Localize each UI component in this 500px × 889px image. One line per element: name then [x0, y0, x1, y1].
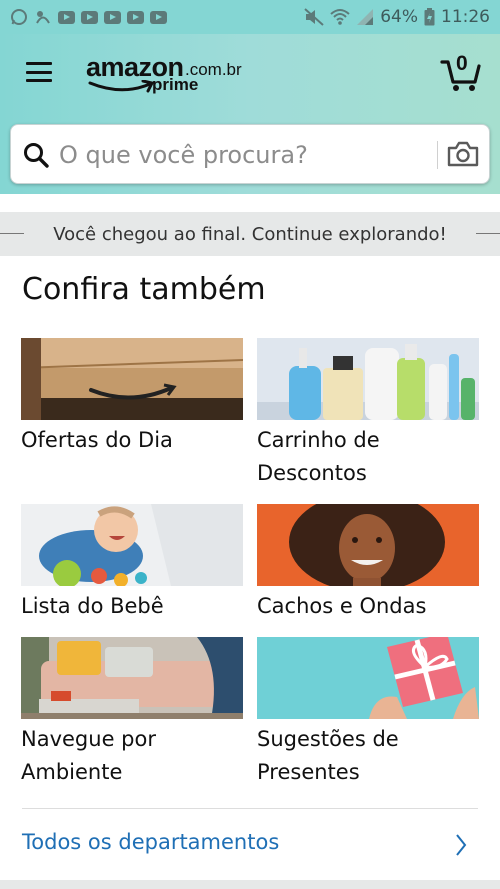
tile-image — [21, 504, 243, 586]
end-of-results-banner: Você chegou ao final. Continue explorand… — [0, 212, 500, 256]
tile-cachos-e-ondas[interactable]: Cachos e Ondas — [257, 504, 479, 623]
tile-label: Cachos e Ondas — [257, 594, 427, 618]
logo-prime: prime — [152, 75, 199, 94]
tile-label: Navegue por Ambiente — [21, 727, 156, 784]
hamburger-menu-icon[interactable] — [26, 62, 52, 82]
amazon-smile-icon — [88, 80, 155, 93]
app-icon — [34, 8, 52, 26]
tile-label: Lista do Bebê — [21, 594, 164, 618]
amazon-prime-logo[interactable]: amazon .com.br prime — [86, 52, 256, 96]
end-of-results-text: Você chegou ao final. Continue explorand… — [53, 223, 447, 245]
tile-label: Carrinho de Descontos — [257, 428, 380, 485]
section-divider — [22, 808, 478, 809]
wifi-icon — [330, 8, 350, 26]
youtube-icon — [104, 10, 121, 24]
youtube-icon — [150, 10, 167, 24]
tile-image — [21, 637, 243, 719]
clock: 11:26 — [441, 7, 490, 27]
section-title: Confira também — [22, 272, 266, 307]
system-indicators: 64% 11:26 — [304, 7, 490, 27]
mute-icon — [304, 8, 324, 26]
tile-ofertas-do-dia[interactable]: Ofertas do Dia — [21, 338, 243, 457]
banner-rule-right — [476, 233, 500, 234]
youtube-icon — [81, 10, 98, 24]
signal-icon — [356, 8, 374, 26]
tile-lista-do-bebe[interactable]: Lista do Bebê — [21, 504, 243, 623]
bottom-bar — [0, 880, 500, 889]
banner-rule-left — [0, 233, 24, 234]
camera-icon[interactable] — [447, 139, 479, 169]
tile-carrinho-de-descontos[interactable]: Carrinho de Descontos — [257, 338, 479, 490]
notification-icons — [10, 8, 304, 26]
tile-image — [257, 637, 479, 719]
chevron-right-icon[interactable] — [454, 832, 468, 858]
tile-label: Sugestões de Presentes — [257, 727, 399, 784]
tile-image — [257, 504, 479, 586]
search-input[interactable] — [59, 135, 429, 175]
search-icon — [24, 143, 49, 168]
cart-button[interactable]: 0 — [440, 52, 484, 92]
tile-image — [21, 338, 243, 420]
battery-icon — [424, 8, 435, 26]
cart-count: 0 — [456, 52, 468, 75]
whatsapp-icon — [10, 8, 28, 26]
youtube-icon — [58, 10, 75, 24]
search-bar[interactable] — [10, 124, 490, 184]
tile-label: Ofertas do Dia — [21, 428, 173, 452]
all-departments-link[interactable]: Todos os departamentos — [22, 830, 279, 854]
app-header: amazon .com.br prime 0 — [0, 34, 500, 194]
tile-navegue-por-ambiente[interactable]: Navegue por Ambiente — [21, 637, 243, 789]
tile-image — [257, 338, 479, 420]
search-divider — [437, 141, 438, 169]
status-bar: 64% 11:26 — [0, 0, 500, 34]
battery-percent: 64% — [380, 7, 418, 27]
youtube-icon — [127, 10, 144, 24]
tile-sugestoes-de-presentes[interactable]: Sugestões de Presentes — [257, 637, 479, 789]
